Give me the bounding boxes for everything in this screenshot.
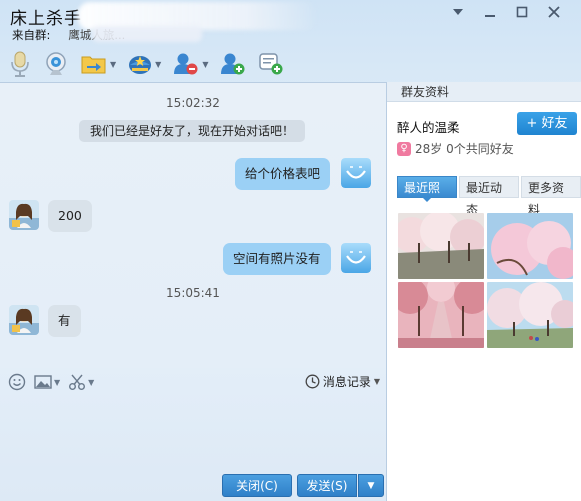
send-button[interactable]: 发送(S) <box>297 474 357 497</box>
chevron-down-icon: ▼ <box>54 377 61 387</box>
message-timestamp: 15:05:41 <box>166 286 220 300</box>
file-transfer-button[interactable]: ▼ <box>78 50 119 78</box>
video-icon <box>46 52 66 75</box>
input-toolbar: ▼ ▼ 消息记录 ▼ <box>0 368 386 396</box>
window-title: 床上杀手 <box>10 9 82 29</box>
smiley-avatar-icon <box>341 243 371 273</box>
close-button[interactable]: 关闭(C) <box>222 474 292 497</box>
maximize-icon[interactable] <box>513 3 531 21</box>
photo-avatar-icon <box>9 200 39 230</box>
microphone-icon <box>11 51 29 77</box>
incoming-message[interactable]: 有 <box>48 305 81 337</box>
block-user-icon <box>174 53 198 75</box>
window-controls <box>449 3 563 21</box>
chevron-down-icon: ▼ <box>155 59 162 69</box>
source-group-label: 来自群: <box>12 28 51 42</box>
chevron-down-icon: ▼ <box>367 481 375 491</box>
chevron-down-icon: ▼ <box>202 59 209 69</box>
emoji-button[interactable] <box>8 373 26 391</box>
image-button[interactable]: ▼ <box>34 374 60 390</box>
blurred-group-name <box>92 26 202 42</box>
photo-thumbnail[interactable] <box>398 282 484 348</box>
message-list[interactable]: 15:02:32 我们已经是好友了，现在开始对话吧！ 给个价格表吧 200 空间… <box>0 82 386 368</box>
file-transfer-icon <box>81 56 106 74</box>
female-icon: ♀ <box>397 141 411 156</box>
minimize-icon[interactable] <box>481 3 499 21</box>
message-history-button[interactable]: 消息记录 ▼ <box>305 373 380 390</box>
photo-thumbnail[interactable] <box>487 282 573 348</box>
system-message: 我们已经是好友了，现在开始对话吧！ <box>79 120 306 142</box>
voice-call-button[interactable] <box>6 50 34 78</box>
message-input[interactable] <box>0 396 386 468</box>
photo-thumbnail[interactable] <box>487 213 573 279</box>
profile-tabs: 最近照片 最近动态 更多资料 <box>397 176 581 217</box>
tab-recent-activity[interactable]: 最近动态 <box>459 176 519 217</box>
new-message-button[interactable] <box>255 50 287 78</box>
add-user-icon <box>221 53 245 75</box>
video-call-button[interactable] <box>40 50 72 78</box>
message-timestamp: 15:02:32 <box>166 96 220 110</box>
send-options-button[interactable]: ▼ <box>358 474 384 497</box>
close-icon[interactable] <box>545 3 563 21</box>
outgoing-message[interactable]: 空间有照片没有 <box>223 243 331 275</box>
photo-thumbnail[interactable] <box>398 213 484 279</box>
profile-info: ♀ 28岁 0个共同好友 <box>397 140 514 157</box>
photo-grid <box>398 213 573 348</box>
add-friend-button[interactable]: + 好友 <box>517 112 577 135</box>
chevron-down-icon: ▼ <box>373 377 380 386</box>
chat-window: 床上杀手 来自群:鹰城人旅... <box>0 0 581 501</box>
image-icon <box>34 375 52 389</box>
screenshot-button[interactable]: ▼ <box>68 373 94 391</box>
apps-button[interactable]: ▼ <box>125 50 164 78</box>
tab-recent-photos[interactable]: 最近照片 <box>397 176 457 217</box>
profile-panel: 群友资料 醉人的温柔 + 好友 ♀ 28岁 0个共同好友 最近照片 最近动态 更… <box>386 82 581 501</box>
smiley-avatar-icon <box>341 158 371 188</box>
my-avatar[interactable] <box>341 158 371 188</box>
tab-more-info[interactable]: 更多资料 <box>521 176 581 217</box>
incoming-message[interactable]: 200 <box>48 200 92 232</box>
add-user-button[interactable] <box>217 50 249 78</box>
contact-avatar[interactable] <box>9 200 39 230</box>
my-avatar[interactable] <box>341 243 371 273</box>
profile-name: 醉人的温柔 <box>397 120 460 135</box>
smiley-icon <box>8 373 26 391</box>
scissors-icon <box>69 374 86 390</box>
block-user-button[interactable]: ▼ <box>170 50 211 78</box>
chevron-down-icon: ▼ <box>88 377 95 387</box>
chevron-down-icon: ▼ <box>110 59 117 69</box>
profile-info-text: 28岁 0个共同好友 <box>415 142 514 156</box>
profile-panel-header: 群友资料 <box>387 82 581 102</box>
dropdown-menu-icon[interactable] <box>449 3 467 21</box>
contact-avatar[interactable] <box>9 305 39 335</box>
message-history-label: 消息记录 <box>322 375 371 389</box>
clock-icon <box>305 374 320 389</box>
app-icon <box>129 56 152 74</box>
photo-avatar-icon <box>9 305 39 335</box>
outgoing-message[interactable]: 给个价格表吧 <box>235 158 331 190</box>
main-toolbar: ▼ ▼ ▼ <box>6 49 287 79</box>
new-message-icon <box>259 53 283 75</box>
